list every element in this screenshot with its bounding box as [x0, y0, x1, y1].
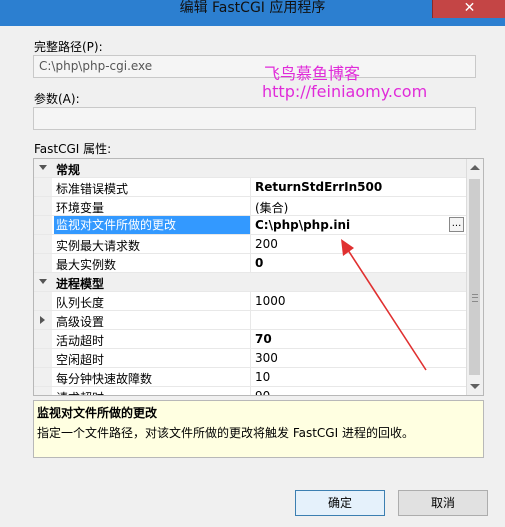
close-button[interactable]: ✕ [432, 0, 505, 18]
annotation-arrow [341, 239, 427, 371]
title-bar: 编辑 FastCGI 应用程序 ✕ [0, 0, 505, 26]
dialog-body: 完整路径(P): C:\php\php-cgi.exe 参数(A): 飞鸟慕鱼博… [0, 26, 505, 527]
window-title: 编辑 FastCGI 应用程序 [179, 0, 326, 16]
